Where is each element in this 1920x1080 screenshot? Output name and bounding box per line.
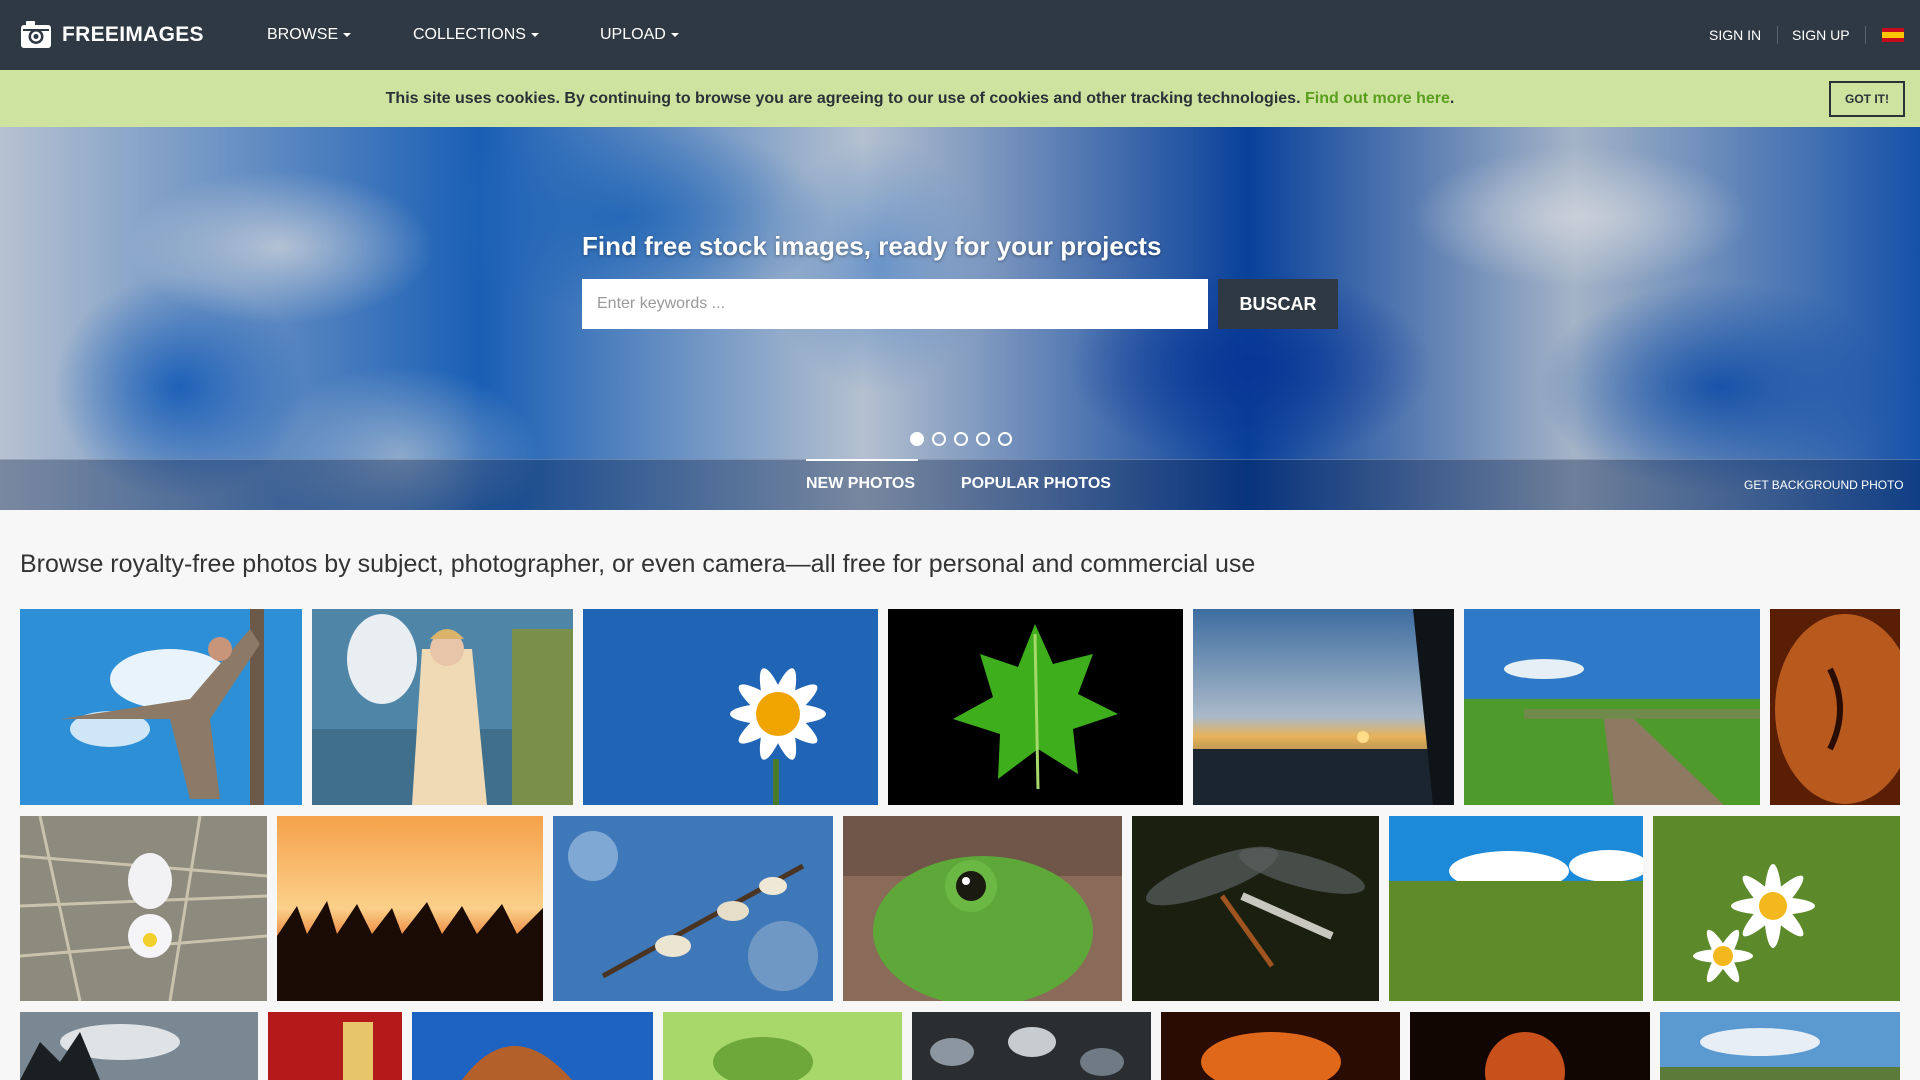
fire-glow-photo [1161, 1012, 1400, 1080]
carousel-dot[interactable] [976, 432, 990, 446]
photo-thumbnail[interactable] [1653, 816, 1900, 1001]
top-navbar: FREEIMAGES BROWSE COLLECTIONS UPLOAD SIG… [0, 0, 1920, 70]
photo-thumbnail[interactable] [1389, 816, 1643, 1001]
tab-popular-photos[interactable]: POPULAR PHOTOS [961, 475, 1111, 493]
country-road-photo [1464, 609, 1760, 805]
get-background-photo-link[interactable]: GET BACKGROUND PHOTO [1744, 478, 1904, 492]
beach-sunset-photo [1193, 609, 1454, 805]
photo-thumbnail[interactable] [583, 609, 878, 805]
cookie-banner: This site uses cookies. By continuing to… [0, 70, 1920, 127]
nav-divider [1865, 26, 1866, 44]
tab-new-photos[interactable]: NEW PHOTOS [806, 475, 915, 493]
photo-thumbnail[interactable] [268, 1012, 402, 1080]
nav-upload-label: UPLOAD [600, 26, 666, 43]
sign-up-link[interactable]: SIGN UP [1792, 0, 1850, 70]
photo-thumbnail[interactable] [1770, 609, 1900, 805]
carousel-dot[interactable] [910, 432, 924, 446]
sky-landscape-photo [1660, 1012, 1900, 1080]
photo-thumbnail[interactable] [843, 816, 1122, 1001]
stormy-clouds-photo [20, 1012, 258, 1080]
active-tab-indicator [806, 459, 918, 461]
caret-down-icon [343, 32, 352, 37]
hero-banner: Find free stock images, ready for your p… [0, 127, 1920, 510]
photo-thumbnail[interactable] [412, 1012, 653, 1080]
carousel-dot[interactable] [998, 432, 1012, 446]
pebbles-photo [912, 1012, 1151, 1080]
photo-thumbnail[interactable] [312, 609, 573, 805]
search-button[interactable]: BUSCAR [1218, 279, 1338, 329]
caret-down-icon [530, 32, 539, 37]
daisy-blue-sky-photo [583, 609, 878, 805]
violin-photo [1770, 609, 1900, 805]
green-frog-photo [843, 816, 1122, 1001]
cookie-more-link[interactable]: Find out more here [1305, 90, 1450, 107]
child-green-photo [663, 1012, 902, 1080]
red-ornament-photo [268, 1012, 402, 1080]
willow-catkins-photo [553, 816, 833, 1001]
photo-thumbnail[interactable] [1132, 816, 1379, 1001]
photo-thumbnail[interactable] [20, 609, 302, 805]
photo-thumbnail[interactable] [20, 816, 267, 1001]
hero-tab-bar [0, 459, 1920, 510]
girl-mural-photo [312, 609, 573, 805]
nav-browse-label: BROWSE [267, 26, 339, 43]
green-leaf-photo [888, 609, 1183, 805]
cookie-message-line: This site uses cookies. By continuing to… [0, 70, 1840, 127]
dragonfly-photo [1132, 816, 1379, 1001]
crocus-flowers-photo [20, 816, 267, 1001]
photo-thumbnail[interactable] [663, 1012, 902, 1080]
nav-divider [1777, 26, 1778, 44]
photo-thumbnail[interactable] [1161, 1012, 1400, 1080]
photo-thumbnail[interactable] [277, 816, 543, 1001]
carousel-dot[interactable] [932, 432, 946, 446]
red-rock-arch-photo [412, 1012, 653, 1080]
photo-thumbnail[interactable] [1464, 609, 1760, 805]
photo-thumbnail[interactable] [912, 1012, 1151, 1080]
nav-collections-label: COLLECTIONS [413, 26, 526, 43]
photo-thumbnail[interactable] [20, 1012, 258, 1080]
sign-in-link[interactable]: SIGN IN [1709, 0, 1761, 70]
dancer-sky-photo [20, 609, 302, 805]
logo-text: FREEIMAGES [62, 23, 204, 46]
got-it-button[interactable]: GOT IT! [1829, 81, 1905, 117]
browse-heading: Browse royalty-free photos by subject, p… [20, 550, 1256, 578]
cookie-message: This site uses cookies. By continuing to… [385, 90, 1301, 107]
hedge-blue-sky-photo [1389, 816, 1643, 1001]
carousel-dot[interactable] [954, 432, 968, 446]
daisies-field-photo [1653, 816, 1900, 1001]
orange-flower-photo [1410, 1012, 1650, 1080]
photo-thumbnail[interactable] [1193, 609, 1454, 805]
nav-collections[interactable]: COLLECTIONS [413, 0, 539, 70]
caret-down-icon [670, 32, 679, 37]
photo-thumbnail[interactable] [553, 816, 833, 1001]
photo-thumbnail[interactable] [888, 609, 1183, 805]
cookie-message-period: . [1449, 90, 1455, 107]
nav-browse[interactable]: BROWSE [267, 0, 352, 70]
spain-flag-icon[interactable] [1882, 28, 1904, 42]
nav-upload[interactable]: UPLOAD [600, 0, 679, 70]
orange-sunset-trees-photo [277, 816, 543, 1001]
search-input[interactable] [582, 279, 1208, 329]
hero-title: Find free stock images, ready for your p… [582, 231, 1162, 261]
camera-logo-icon [21, 21, 51, 48]
site-logo[interactable]: FREEIMAGES [20, 18, 204, 52]
photo-thumbnail[interactable] [1410, 1012, 1650, 1080]
photo-thumbnail[interactable] [1660, 1012, 1900, 1080]
carousel-dots [910, 432, 1012, 446]
